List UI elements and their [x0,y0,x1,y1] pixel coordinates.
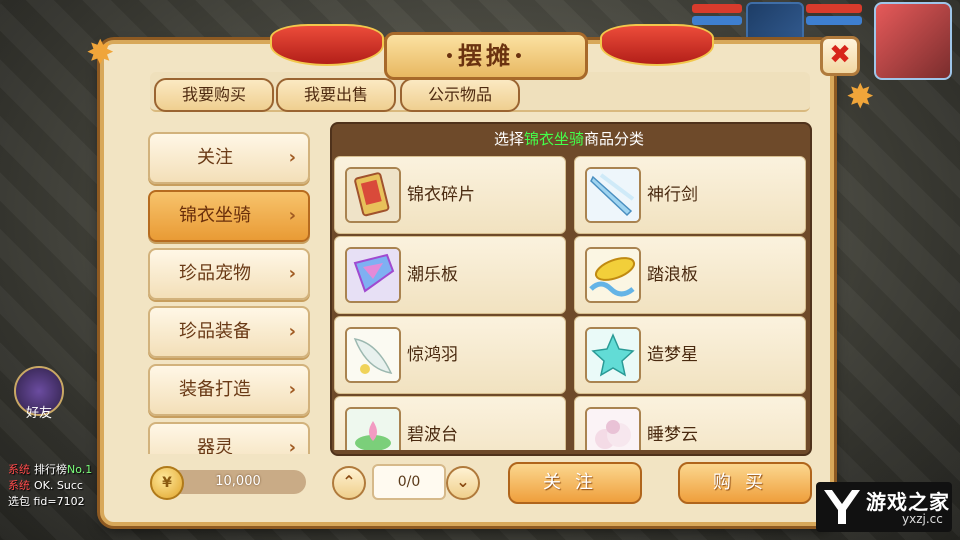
close-button[interactable]: ✖ [820,36,860,76]
site-logo: 游戏之家 yxzj.cc [816,482,952,532]
ribbon-right-decoration [600,24,714,66]
menu-item-rare-equipment[interactable]: 珍品装备 › [148,306,310,358]
category-header: 选择锦衣坐骑商品分类 [493,130,645,148]
item-cell[interactable]: 惊鸿羽 [334,316,566,394]
menu-item-artifact-spirit[interactable]: 器灵 › [148,422,310,454]
tab-buy[interactable]: 我要购买 [154,78,274,112]
page-up-button[interactable]: ⌃ [332,466,366,500]
window-title: •摆摊• [384,32,588,80]
category-grid[interactable]: 锦衣碎片 神行剑 潮乐板 踏浪板 惊鸿羽 造梦星 碧波台 睡梦云 [334,156,806,450]
wave-board-icon [585,247,641,303]
chevron-right-icon: › [288,379,296,400]
sword-icon [585,167,641,223]
feather-icon [345,327,401,383]
cloud-icon [585,407,641,450]
chevron-right-icon: › [288,205,296,226]
maple-leaf-icon: ✸ [86,33,115,73]
player-avatar[interactable] [874,2,952,80]
page-indicator: 0/0 [372,464,446,500]
ribbon-left-decoration [270,24,384,66]
item-cell[interactable]: 神行剑 [574,156,806,234]
card-icon [345,167,401,223]
chevron-right-icon: › [288,437,296,454]
chevron-down-icon: ⌄ [456,472,470,491]
chevron-up-icon: ⌃ [342,472,356,491]
board-icon [345,247,401,303]
menu-item-outfit-mount[interactable]: 锦衣坐骑 › [148,190,310,242]
currency-amount: 10,000 [215,474,261,489]
menu-item-equipment-forge[interactable]: 装备打造 › [148,364,310,416]
item-cell[interactable]: 睡梦云 [574,396,806,450]
item-cell[interactable]: 踏浪板 [574,236,806,314]
item-cell[interactable]: 锦衣碎片 [334,156,566,234]
menu-item-follow[interactable]: 关注 › [148,132,310,184]
buy-button[interactable]: 购买 [678,462,812,504]
category-menu[interactable]: 关注 › 锦衣坐骑 › 珍品宠物 › 珍品装备 › 装备打造 › 器灵 › [140,124,316,454]
lotus-icon [345,407,401,450]
chevron-right-icon: › [288,321,296,342]
page-down-button[interactable]: ⌄ [446,466,480,500]
item-cell[interactable]: 碧波台 [334,396,566,450]
logo-mark-icon [824,490,860,524]
close-icon: ✖ [829,40,851,70]
gold-coin-icon: ¥ [150,466,184,500]
chevron-right-icon: › [288,147,296,168]
tab-sell[interactable]: 我要出售 [276,78,396,112]
friends-label: 好友 [25,406,52,421]
chevron-right-icon: › [288,263,296,284]
star-icon [585,327,641,383]
menu-item-rare-pets[interactable]: 珍品宠物 › [148,248,310,300]
item-cell[interactable]: 造梦星 [574,316,806,394]
friends-button[interactable]: 好友 [14,366,64,421]
follow-button[interactable]: 关注 [508,462,642,504]
tab-public-items[interactable]: 公示物品 [400,78,520,112]
maple-leaf-icon: ✸ [846,77,875,117]
item-cell[interactable]: 潮乐板 [334,236,566,314]
